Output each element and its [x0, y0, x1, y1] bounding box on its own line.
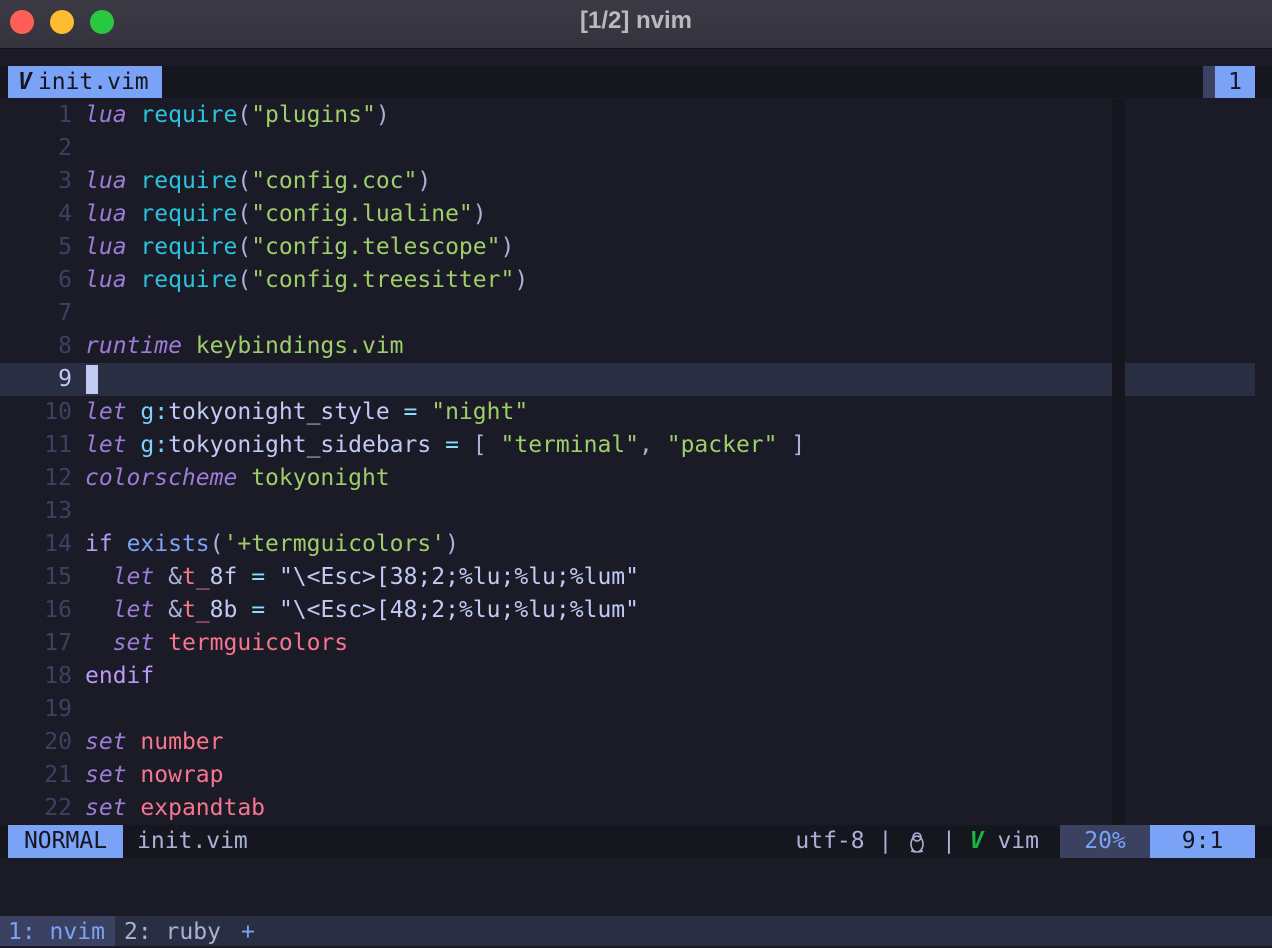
- code-line[interactable]: 2: [0, 132, 1255, 165]
- line-number: 18: [44, 663, 72, 689]
- window-title: [1/2] nvim: [579, 7, 693, 34]
- statusline: NORMAL init.vim utf-8 | | V vim 20% 9:1: [0, 825, 1272, 858]
- line-number: 3: [58, 168, 72, 194]
- code-line[interactable]: 11 let g:tokyonight_sidebars = [ "termina…: [0, 429, 1255, 462]
- code-line[interactable]: 20 set number: [0, 726, 1255, 759]
- code-line[interactable]: 3 lua require("config.coc"): [0, 165, 1255, 198]
- mode-indicator: NORMAL: [8, 825, 123, 858]
- code-line[interactable]: 4 lua require("config.lualine"): [0, 198, 1255, 231]
- line-number: 12: [44, 465, 72, 491]
- line-number: 5: [58, 234, 72, 260]
- statusline-separator: |: [928, 828, 970, 854]
- tmux-window-2[interactable]: 2: ruby: [124, 916, 221, 948]
- line-number: 15: [44, 564, 72, 590]
- code-line[interactable]: 6 lua require("config.treesitter"): [0, 264, 1255, 297]
- tabline-divider: [1203, 66, 1215, 98]
- tmux-new-window-button[interactable]: +: [241, 916, 255, 948]
- filetype-label: vim: [997, 828, 1039, 854]
- vim-logo-icon: V: [18, 69, 32, 95]
- code-line[interactable]: 13: [0, 495, 1255, 528]
- code-line[interactable]: 21 set nowrap: [0, 759, 1255, 792]
- code-line[interactable]: 5 lua require("config.telescope"): [0, 231, 1255, 264]
- code-line[interactable]: 22 set expandtab: [0, 792, 1255, 825]
- buffer-tab-label: init.vim: [37, 69, 149, 95]
- code-text: lua require("config.treesitter"): [85, 267, 529, 293]
- vim-filetype-icon: V: [969, 828, 984, 854]
- tux-icon: [910, 831, 924, 853]
- line-number: 16: [44, 597, 72, 623]
- code-line[interactable]: 19: [0, 693, 1255, 726]
- code-line[interactable]: 12 colorscheme tokyonight: [0, 462, 1255, 495]
- text-cursor: [86, 365, 98, 394]
- line-number: 9: [58, 366, 72, 392]
- buffer-tab-init-vim[interactable]: Vinit.vim: [8, 66, 162, 98]
- code-line[interactable]: 1 lua require("plugins"): [0, 99, 1255, 132]
- cursor-location: 9:1: [1150, 825, 1255, 858]
- code-line[interactable]: 7: [0, 297, 1255, 330]
- code-line[interactable]: 10 let g:tokyonight_style = "night": [0, 396, 1255, 429]
- tmux-window-1[interactable]: 1: nvim: [0, 916, 115, 946]
- line-number: 17: [44, 630, 72, 656]
- code-text: set expandtab: [85, 795, 266, 821]
- code-text: endif: [85, 663, 155, 689]
- code-text: lua require("plugins"): [85, 102, 390, 128]
- code-line[interactable]: 8 runtime keybindings.vim: [0, 330, 1255, 363]
- encoding-label: utf-8: [795, 828, 865, 854]
- code-text: set nowrap: [85, 762, 224, 788]
- line-number: 7: [58, 300, 72, 326]
- line-number: 19: [44, 696, 72, 722]
- scroll-progress: 20%: [1060, 825, 1150, 858]
- code-text: if exists('+termguicolors'): [85, 531, 459, 557]
- code-text: lua require("config.lualine"): [85, 201, 487, 227]
- window-titlebar: [1/2] nvim: [0, 0, 1272, 49]
- code-line[interactable]: 16 let &t_8b = "\<Esc>[48;2;%lu;%lu;%lum…: [0, 594, 1255, 627]
- code-text: lua require("config.telescope"): [85, 234, 515, 260]
- buffer-tabline: Vinit.vim 1: [0, 66, 1272, 98]
- code-text: let g:tokyonight_sidebars = [ "terminal"…: [85, 432, 806, 458]
- line-number: 13: [44, 498, 72, 524]
- line-number: 11: [44, 432, 72, 458]
- code-text: set number: [85, 729, 224, 755]
- tmux-status-bar: 1: nvim 2: ruby +: [0, 916, 1272, 946]
- code-text: set termguicolors: [112, 630, 349, 656]
- statusline-fileinfo: utf-8 | | V vim: [795, 825, 1039, 858]
- line-number: 22: [44, 795, 72, 821]
- buffer-number-badge: 1: [1215, 66, 1255, 98]
- code-text: let &t_8f = "\<Esc>[38;2;%lu;%lu;%lum": [112, 564, 639, 590]
- statusline-separator: |: [864, 828, 907, 854]
- line-number: 20: [44, 729, 72, 755]
- line-number: 2: [58, 135, 72, 161]
- line-number: 14: [44, 531, 72, 557]
- code-line[interactable]: 9: [0, 363, 1255, 396]
- statusline-filename: init.vim: [137, 828, 248, 854]
- line-number: 1: [58, 102, 72, 128]
- code-line[interactable]: 17 set termguicolors: [0, 627, 1255, 660]
- code-text: let g:tokyonight_style = "night": [85, 399, 529, 425]
- line-number: 8: [58, 333, 72, 359]
- line-number: 4: [58, 201, 72, 227]
- code-line[interactable]: 14 if exists('+termguicolors'): [0, 528, 1255, 561]
- line-number: 10: [44, 399, 72, 425]
- code-line[interactable]: 15 let &t_8f = "\<Esc>[38;2;%lu;%lu;%lum…: [0, 561, 1255, 594]
- window-separator: [1112, 99, 1125, 825]
- line-number: 21: [44, 762, 72, 788]
- code-text: colorscheme tokyonight: [85, 465, 390, 491]
- editor-pane[interactable]: 22 set expandtab 21 set nowrap 20 set number 1…: [0, 99, 1272, 825]
- code-text: let &t_8b = "\<Esc>[48;2;%lu;%lu;%lum": [112, 597, 639, 623]
- code-text: runtime keybindings.vim: [85, 333, 404, 359]
- code-text: lua require("config.coc"): [85, 168, 432, 194]
- code-line[interactable]: 18 endif: [0, 660, 1255, 693]
- command-line[interactable]: [0, 858, 1272, 916]
- line-number: 6: [58, 267, 72, 293]
